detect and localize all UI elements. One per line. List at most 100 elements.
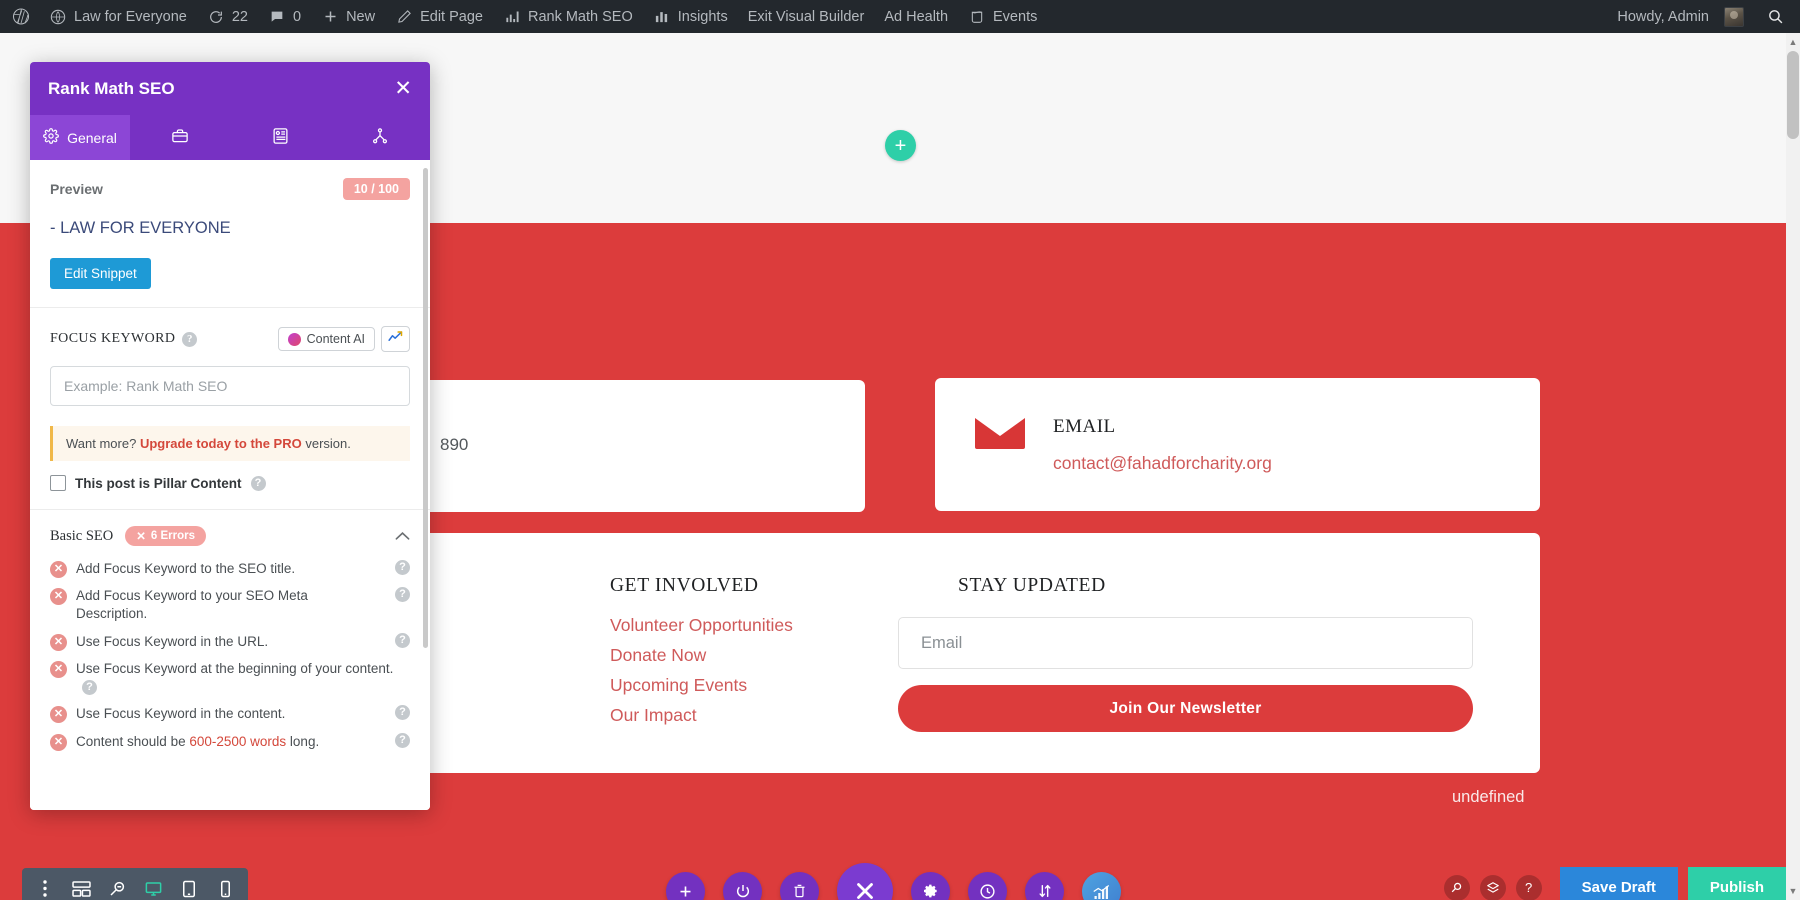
updates-icon <box>207 8 225 26</box>
seo-error-text: Add Focus Keyword to the SEO title. <box>76 561 296 576</box>
adminbar-updates-count: 22 <box>231 8 248 25</box>
chevron-up-icon[interactable] <box>395 529 410 544</box>
pro-upgrade-notice: Want more? Upgrade today to the PRO vers… <box>50 426 410 461</box>
link-donate-now[interactable]: Donate Now <box>610 645 706 666</box>
adminbar-account-menu[interactable]: Howdy, Admin <box>1607 0 1754 33</box>
rank-math-panel-body: Preview 10 / 100 - LAW FOR EVERYONE Edit… <box>30 160 430 810</box>
adminbar-site-label: Law for Everyone <box>74 8 187 25</box>
search-icon[interactable] <box>1443 874 1470 900</box>
adminbar-search-button[interactable] <box>1754 0 1800 33</box>
join-newsletter-button[interactable]: Join Our Newsletter <box>898 685 1473 732</box>
footer-links-card: GET INVOLVED Volunteer Opportunities Don… <box>260 533 1540 773</box>
comments-icon <box>268 8 286 26</box>
help-icon[interactable]: ? <box>182 331 198 347</box>
focus-keyword-label: FOCUS KEYWORD ? <box>50 331 198 347</box>
divi-center-toolbar <box>666 863 1121 900</box>
help-icon[interactable]: ? <box>82 680 97 696</box>
adminbar-item-site[interactable]: Law for Everyone <box>39 0 197 33</box>
phone-icon[interactable] <box>208 872 242 900</box>
newsletter-email-input[interactable] <box>898 617 1473 669</box>
focus-keyword-input[interactable] <box>50 366 410 406</box>
divi-stats-button[interactable] <box>1082 871 1121 900</box>
adminbar-item-new[interactable]: New <box>311 0 385 33</box>
error-icon: ✕ <box>50 733 67 751</box>
scrollbar-up-arrow[interactable]: ▲ <box>1787 35 1799 49</box>
adminbar-exit-vb-label: Exit Visual Builder <box>747 8 865 25</box>
divi-sort-button[interactable] <box>1025 871 1064 900</box>
tablet-icon[interactable] <box>172 872 206 900</box>
divi-power-button[interactable] <box>723 871 762 900</box>
wp-admin-bar: Law for Everyone 22 0 New Edit Page Rank… <box>0 0 1800 33</box>
search-icon <box>1766 8 1784 26</box>
snippet-preview-title: - LAW FOR EVERYONE <box>50 219 231 237</box>
seo-error-text: Add Focus Keyword to your SEO Meta Descr… <box>76 588 308 622</box>
adminbar-item-ad-health[interactable]: Ad Health <box>874 0 958 33</box>
divi-close-builder-button[interactable] <box>837 863 893 900</box>
divi-add-button[interactable] <box>666 871 705 900</box>
rank-math-panel-scrollbar[interactable] <box>423 168 428 648</box>
content-ai-button[interactable]: Content AI <box>277 327 375 351</box>
help-icon[interactable]: ? <box>250 475 266 491</box>
adminbar-item-exit-visual-builder[interactable]: Exit Visual Builder <box>738 0 875 33</box>
tab-advanced[interactable] <box>130 115 230 160</box>
seo-error-item: ✕ Use Focus Keyword in the URL. ? <box>50 632 410 651</box>
site-dashboard-icon <box>49 8 67 26</box>
edit-snippet-button[interactable]: Edit Snippet <box>50 258 151 289</box>
publish-button[interactable]: Publish <box>1687 867 1786 900</box>
tab-social[interactable] <box>330 115 430 160</box>
seo-score-badge: 10 / 100 <box>342 178 410 200</box>
add-section-button[interactable]: + <box>885 130 916 161</box>
help-icon[interactable]: ? <box>395 587 410 603</box>
divi-settings-button[interactable] <box>911 871 950 900</box>
scrollbar-down-arrow[interactable]: ▼ <box>1787 884 1799 898</box>
help-icon[interactable]: ? <box>395 732 410 748</box>
adminbar-item-rank-math[interactable]: Rank Math SEO <box>493 0 643 33</box>
link-our-impact[interactable]: Our Impact <box>610 705 697 726</box>
keyword-trend-button[interactable] <box>381 326 410 352</box>
adminbar-item-insights[interactable]: Insights <box>643 0 738 33</box>
upgrade-pro-link[interactable]: Upgrade today to the PRO <box>140 436 302 451</box>
pillar-content-label: This post is Pillar Content <box>75 475 242 491</box>
more-vertical-icon[interactable] <box>28 872 62 900</box>
email-card-label: EMAIL <box>1053 416 1116 437</box>
error-icon: ✕ <box>50 588 67 606</box>
focus-keyword-section: FOCUS KEYWORD ? Content AI Example: Rank… <box>30 308 430 510</box>
page-scrollbar[interactable]: ▲ ▼ <box>1786 33 1800 900</box>
adminbar-item-events[interactable]: Events <box>958 0 1047 33</box>
x-icon: ✕ <box>136 531 146 543</box>
divi-right-toolbar: ? Save Draft Publish <box>1443 867 1786 900</box>
tab-general[interactable]: General <box>30 115 130 160</box>
rank-math-seo-panel: Rank Math SEO ✕ General Preview 10 / 100… <box>30 62 430 810</box>
error-icon: ✕ <box>50 561 67 578</box>
divi-trash-button[interactable] <box>780 871 819 900</box>
rank-math-icon <box>503 8 521 26</box>
adminbar-item-edit-page[interactable]: Edit Page <box>385 0 493 33</box>
adminbar-events-label: Events <box>993 8 1038 25</box>
link-upcoming-events[interactable]: Upcoming Events <box>610 675 747 696</box>
zoom-out-icon[interactable] <box>100 872 134 900</box>
help-icon[interactable]: ? <box>395 705 410 721</box>
layers-icon[interactable] <box>1479 874 1506 900</box>
tab-schema[interactable] <box>230 115 330 160</box>
divi-history-button[interactable] <box>968 871 1007 900</box>
email-address-link[interactable]: contact@fahadforcharity.org <box>1053 453 1272 474</box>
help-icon[interactable]: ? <box>395 632 410 648</box>
help-icon[interactable]: ? <box>395 560 410 575</box>
seo-error-text-suffix: long. <box>286 733 320 749</box>
pillar-content-checkbox[interactable] <box>50 475 66 491</box>
save-draft-button[interactable]: Save Draft <box>1559 867 1678 900</box>
basic-seo-header[interactable]: Basic SEO ✕ 6 Errors <box>30 510 430 556</box>
help-question-icon[interactable]: ? <box>1515 874 1542 900</box>
error-icon: ✕ <box>50 633 67 651</box>
wordpress-logo-button[interactable] <box>0 0 39 33</box>
adminbar-item-updates[interactable]: 22 <box>197 0 258 33</box>
basic-seo-error-list: ✕ Add Focus Keyword to the SEO title. ? … <box>30 556 430 780</box>
wireframe-icon[interactable] <box>64 872 98 900</box>
close-icon[interactable]: ✕ <box>394 78 412 99</box>
adminbar-item-comments[interactable]: 0 <box>258 0 311 33</box>
basic-seo-header-left: Basic SEO ✕ 6 Errors <box>50 526 206 546</box>
link-volunteer-opportunities[interactable]: Volunteer Opportunities <box>610 615 793 636</box>
desktop-icon[interactable] <box>136 872 170 900</box>
pillar-content-row: This post is Pillar Content ? <box>50 475 410 491</box>
scrollbar-thumb[interactable] <box>1787 51 1799 139</box>
